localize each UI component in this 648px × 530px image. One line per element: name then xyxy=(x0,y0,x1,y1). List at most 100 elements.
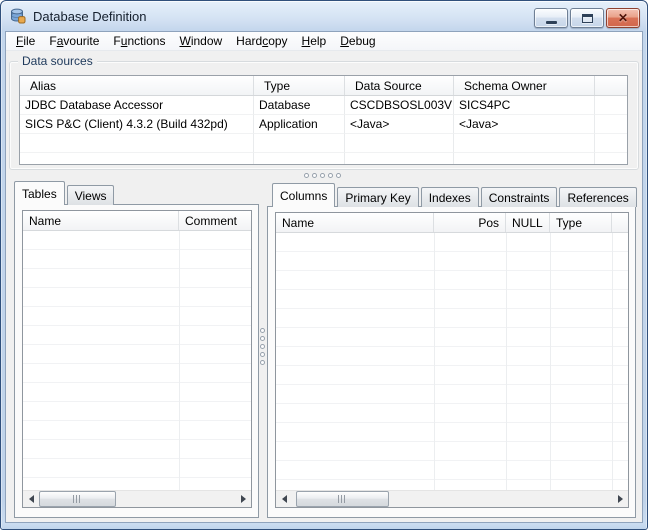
columns-horizontal-scrollbar[interactable] xyxy=(276,490,628,507)
column-header-name[interactable]: Name xyxy=(23,211,179,230)
column-header-comment[interactable]: Comment xyxy=(179,211,251,230)
horizontal-splitter[interactable] xyxy=(304,173,341,178)
scroll-right-button[interactable] xyxy=(612,491,628,507)
scroll-left-button[interactable] xyxy=(23,491,39,507)
tables-list: Name Comment xyxy=(22,210,252,508)
scroll-right-button[interactable] xyxy=(235,491,251,507)
cell-alias: SICS P&C (Client) 4.3.2 (Build 432pd) xyxy=(20,115,254,134)
menu-label-segment: opy xyxy=(268,33,288,48)
table-row-empty xyxy=(20,153,627,164)
menu-label-segment: W xyxy=(179,33,191,48)
scrollbar-thumb[interactable] xyxy=(39,491,116,507)
right-tab-bar: Columns Primary Key Indexes Constraints … xyxy=(272,183,639,207)
vertical-splitter[interactable] xyxy=(260,328,265,365)
column-header-type[interactable]: Type xyxy=(254,76,345,95)
tab-references[interactable]: References xyxy=(559,187,637,207)
window-controls: ✕ xyxy=(534,8,640,28)
menu-label-segment: H xyxy=(301,33,311,48)
splitter-dot xyxy=(320,173,325,178)
splitter-dot xyxy=(328,173,333,178)
columns-panel: Name Pos NULL Type xyxy=(267,206,636,518)
splitter-dot xyxy=(260,336,265,341)
splitter-dot xyxy=(312,173,317,178)
left-tab-bar: Tables Views xyxy=(14,181,116,205)
arrow-right-icon xyxy=(617,495,623,503)
cell-schema-owner: <Java> xyxy=(454,115,595,134)
column-header-data-source[interactable]: Data Source xyxy=(345,76,454,95)
data-sources-header-row: Alias Type Data Source Schema Owner xyxy=(20,76,627,96)
column-separator xyxy=(550,233,551,490)
close-icon: ✕ xyxy=(617,11,629,25)
column-separator xyxy=(612,233,613,490)
menu-label-segment: nctions xyxy=(127,33,166,48)
tables-list-header: Name Comment xyxy=(23,211,251,231)
tab-views[interactable]: Views xyxy=(66,185,115,205)
menu-label-segment: D xyxy=(340,33,349,48)
menu-item-file[interactable]: File xyxy=(9,32,42,51)
column-header-pos[interactable]: Pos xyxy=(434,213,506,232)
scrollbar-grip-icon xyxy=(73,495,82,503)
screen: Database Definition ✕ File Favourite Fun… xyxy=(0,0,648,530)
tab-columns[interactable]: Columns xyxy=(272,183,336,207)
menu-item-favourite[interactable]: Favourite xyxy=(42,32,106,51)
scroll-left-button[interactable] xyxy=(276,491,292,507)
titlebar[interactable]: Database Definition ✕ xyxy=(1,1,647,31)
splitter-dot xyxy=(260,344,265,349)
column-header-alias[interactable]: Alias xyxy=(20,76,254,95)
arrow-left-icon xyxy=(281,495,287,503)
menu-label-segment: ebug xyxy=(348,33,376,48)
menu-item-functions[interactable]: Functions xyxy=(106,32,172,51)
tab-constraints[interactable]: Constraints xyxy=(480,187,558,207)
database-icon[interactable] xyxy=(10,8,26,24)
column-header-null[interactable]: NULL xyxy=(506,213,550,232)
scrollbar-thumb[interactable] xyxy=(296,491,389,507)
table-row[interactable]: SICS P&C (Client) 4.3.2 (Build 432pd) Ap… xyxy=(20,115,627,134)
menu-item-help[interactable]: Help xyxy=(295,32,334,51)
minimize-button[interactable] xyxy=(534,8,568,28)
columns-list: Name Pos NULL Type xyxy=(275,212,629,508)
column-header-schema-owner[interactable]: Schema Owner xyxy=(454,76,595,95)
cell-schema-owner: SICS4PC xyxy=(454,96,595,115)
app-window: Database Definition ✕ File Favourite Fun… xyxy=(0,0,648,530)
menu-label-segment: F xyxy=(113,33,121,48)
maximize-button[interactable] xyxy=(570,8,604,28)
splitter-dot xyxy=(304,173,309,178)
column-separator xyxy=(434,233,435,490)
table-row[interactable]: JDBC Database Accessor Database CSCDBSOS… xyxy=(20,96,627,115)
column-header-filler xyxy=(595,76,627,95)
column-header-filler xyxy=(612,213,628,232)
menu-item-hardcopy[interactable]: Hardcopy xyxy=(229,32,294,51)
tab-primary-key[interactable]: Primary Key xyxy=(337,187,419,207)
maximize-icon xyxy=(581,13,593,23)
menu-item-debug[interactable]: Debug xyxy=(333,32,382,51)
column-header-name[interactable]: Name xyxy=(276,213,434,232)
data-sources-group-label: Data sources xyxy=(18,54,97,68)
menu-label-segment: indow xyxy=(190,33,223,48)
tab-tables[interactable]: Tables xyxy=(14,181,65,205)
cell-type: Application xyxy=(254,115,345,134)
menu-item-window[interactable]: Window xyxy=(172,32,229,51)
column-separator xyxy=(179,231,180,490)
close-button[interactable]: ✕ xyxy=(606,8,640,28)
client-area: File Favourite Functions Window Hardcopy… xyxy=(5,31,643,523)
menu-label-segment: F xyxy=(49,33,57,48)
columns-list-body[interactable] xyxy=(276,233,628,490)
column-header-type[interactable]: Type xyxy=(550,213,612,232)
window-title: Database Definition xyxy=(33,8,147,24)
scrollbar-grip-icon xyxy=(338,495,347,503)
tables-list-body[interactable] xyxy=(23,231,251,490)
menu-label-segment: elp xyxy=(310,33,327,48)
splitter-dot xyxy=(260,328,265,333)
data-sources-table: Alias Type Data Source Schema Owner JDBC… xyxy=(19,75,628,165)
arrow-left-icon xyxy=(28,495,34,503)
tables-panel: Name Comment xyxy=(14,204,259,518)
menu-label-segment: ile xyxy=(23,33,36,48)
columns-list-header: Name Pos NULL Type xyxy=(276,213,628,233)
tables-horizontal-scrollbar[interactable] xyxy=(23,490,251,507)
tab-indexes[interactable]: Indexes xyxy=(420,187,479,207)
splitter-dot xyxy=(260,360,265,365)
table-row-empty xyxy=(20,134,627,153)
cell-filler xyxy=(595,115,627,134)
cell-alias: JDBC Database Accessor xyxy=(20,96,254,115)
cell-data-source: CSCDBSOSL003V xyxy=(345,96,454,115)
